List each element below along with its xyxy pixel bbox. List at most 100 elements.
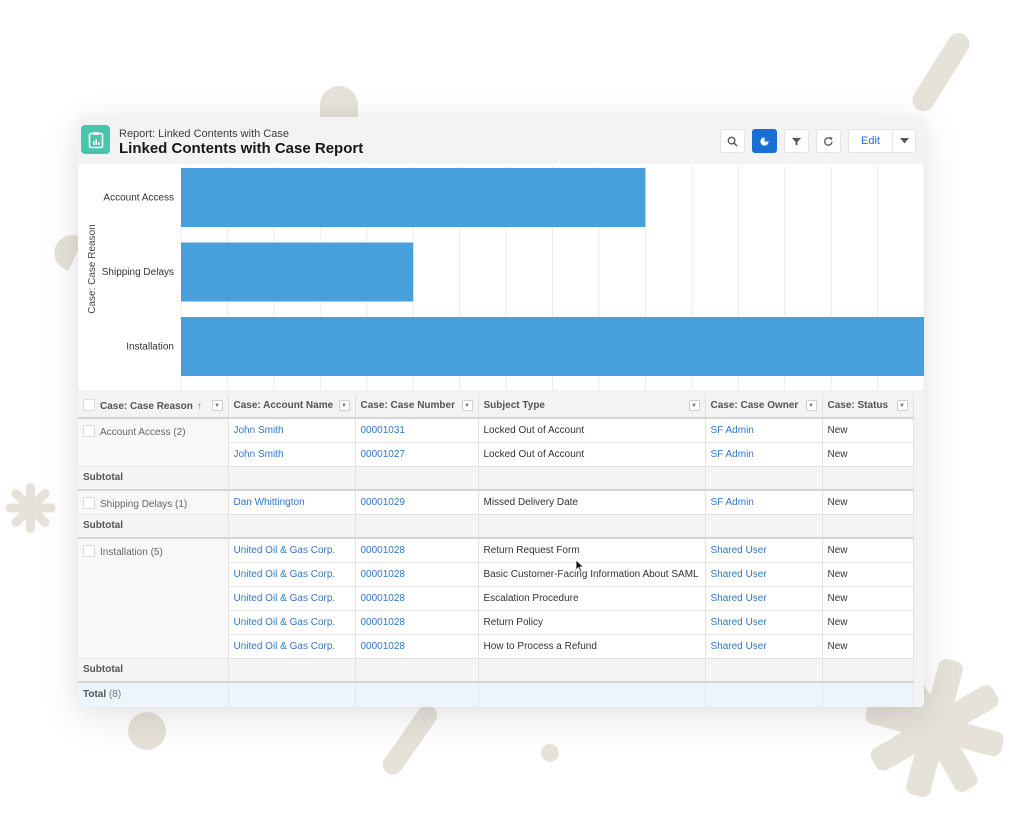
subject-type-cell: Return Policy (478, 610, 706, 635)
case-number-cell: 00001028 (355, 538, 479, 563)
total-label: Total (83, 689, 107, 700)
column-menu-chevron-icon[interactable]: ▼ (896, 400, 908, 411)
group-cell: Installation (5) (78, 538, 229, 659)
case-owner-link[interactable]: Shared User (711, 593, 767, 604)
decorative-circle (128, 712, 166, 750)
refresh-button[interactable] (816, 129, 841, 153)
case-owner-link[interactable]: Shared User (711, 641, 767, 652)
total-empty-cell (822, 682, 914, 706)
search-icon (727, 136, 738, 147)
column-menu-chevron-icon[interactable]: ▼ (805, 400, 817, 411)
decorative-pill (908, 28, 974, 116)
column-header[interactable]: Case: Status ▼ (822, 394, 914, 419)
group-label: Shipping Delays (1) (100, 499, 188, 510)
case-owner-link[interactable]: Shared User (711, 545, 767, 556)
column-header[interactable]: Case: Case Reason ↑ ▼ (78, 394, 229, 419)
report-card: Report: Linked Contents with Case Linked… (78, 117, 924, 707)
column-header-label: Case: Status (827, 400, 889, 411)
subtotal-cell (705, 658, 823, 683)
column-header[interactable]: Case: Case Owner ▼ (705, 394, 823, 419)
subtotal-cell (822, 514, 914, 539)
table-row: Shipping Delays (1) Dan Whittington 000010… (78, 490, 914, 515)
case-number-cell: 00001031 (355, 418, 479, 443)
sort-ascending-icon[interactable]: ↑ (197, 401, 202, 412)
category-label: Account Access (103, 193, 174, 204)
case-owner-link[interactable]: SF Admin (711, 449, 754, 460)
group-checkbox[interactable] (83, 545, 95, 557)
column-menu-chevron-icon[interactable]: ▼ (211, 400, 223, 411)
chevron-down-icon (899, 138, 909, 144)
subtotal-row: Subtotal (78, 466, 914, 491)
column-menu-chevron-icon[interactable]: ▼ (688, 400, 700, 411)
case-number-link[interactable]: 00001028 (361, 593, 406, 604)
total-empty-cell (228, 682, 356, 706)
bar-shipping-delays[interactable] (181, 242, 414, 302)
account-name-cell: United Oil & Gas Corp. (228, 562, 356, 587)
decorative-dot (541, 744, 559, 762)
case-owner-cell: Shared User (705, 538, 823, 563)
case-number-link[interactable]: 00001028 (361, 617, 406, 628)
status-cell: New (822, 538, 914, 563)
y-axis-title: Case: Case Reason (87, 224, 98, 314)
column-header[interactable]: Case: Case Number ▼ (355, 394, 479, 419)
edit-menu-button[interactable] (893, 130, 915, 152)
case-number-link[interactable]: 00001028 (361, 545, 406, 556)
account-name-link[interactable]: Dan Whittington (234, 497, 305, 508)
case-number-cell: 00001028 (355, 586, 479, 611)
account-name-link[interactable]: John Smith (234, 449, 284, 460)
group-checkbox[interactable] (83, 425, 95, 437)
subtotal-cell (355, 658, 479, 683)
bar-account-access[interactable] (181, 168, 646, 227)
account-name-link[interactable]: United Oil & Gas Corp. (234, 569, 336, 580)
account-name-link[interactable]: United Oil & Gas Corp. (234, 593, 336, 604)
total-empty-cell (478, 682, 706, 706)
account-name-link[interactable]: United Oil & Gas Corp. (234, 641, 336, 652)
case-number-link[interactable]: 00001028 (361, 641, 406, 652)
status-cell: New (822, 562, 914, 587)
case-owner-link[interactable]: SF Admin (711, 497, 754, 508)
subject-type-cell: How to Process a Refund (478, 634, 706, 659)
column-header[interactable]: Case: Account Name ▼ (228, 394, 356, 419)
subject-type-cell: Return Request Form (478, 538, 706, 563)
group-checkbox[interactable] (83, 497, 95, 509)
status-cell: New (822, 634, 914, 659)
account-name-link[interactable]: United Oil & Gas Corp. (234, 545, 336, 556)
subject-type-cell: Escalation Procedure (478, 586, 706, 611)
subtotal-cell (355, 466, 479, 491)
case-owner-cell: Shared User (705, 586, 823, 611)
case-owner-link[interactable]: SF Admin (711, 425, 754, 436)
column-header-left: Case: Case Reason ↑ (83, 399, 202, 412)
status-cell: New (822, 418, 914, 443)
search-button[interactable] (720, 129, 745, 153)
case-owner-link[interactable]: Shared User (711, 569, 767, 580)
filter-icon (791, 137, 802, 146)
column-menu-chevron-icon[interactable]: ▼ (461, 400, 473, 411)
select-all-checkbox[interactable] (83, 399, 95, 411)
breadcrumb[interactable]: Report: Linked Contents with Case (119, 128, 289, 140)
bar-installation[interactable] (181, 317, 924, 376)
case-number-link[interactable]: 00001028 (361, 569, 406, 580)
account-name-link[interactable]: United Oil & Gas Corp. (234, 617, 336, 628)
case-number-link[interactable]: 00001027 (361, 449, 406, 460)
account-name-cell: John Smith (228, 418, 356, 443)
account-name-link[interactable]: John Smith (234, 425, 284, 436)
chart-toggle-button[interactable] (752, 129, 777, 153)
group-cell: Account Access (2) (78, 418, 229, 467)
subtotal-cell (228, 514, 356, 539)
edit-button[interactable]: Edit (849, 130, 893, 152)
column-header[interactable]: Subject Type ▼ (478, 394, 706, 419)
filter-button[interactable] (784, 129, 809, 153)
case-number-cell: 00001029 (355, 490, 479, 515)
subtotal-label: Subtotal (78, 658, 229, 683)
case-owner-cell: Shared User (705, 562, 823, 587)
category-label: Shipping Delays (102, 267, 174, 278)
subtotal-label: Subtotal (78, 514, 229, 539)
case-number-link[interactable]: 00001031 (361, 425, 406, 436)
subtotal-cell (705, 514, 823, 539)
column-menu-chevron-icon[interactable]: ▼ (338, 400, 350, 411)
column-header-left: Case: Case Number (361, 400, 455, 411)
account-name-cell: United Oil & Gas Corp. (228, 610, 356, 635)
subtotal-cell (822, 658, 914, 683)
case-owner-link[interactable]: Shared User (711, 617, 767, 628)
case-number-link[interactable]: 00001029 (361, 497, 406, 508)
